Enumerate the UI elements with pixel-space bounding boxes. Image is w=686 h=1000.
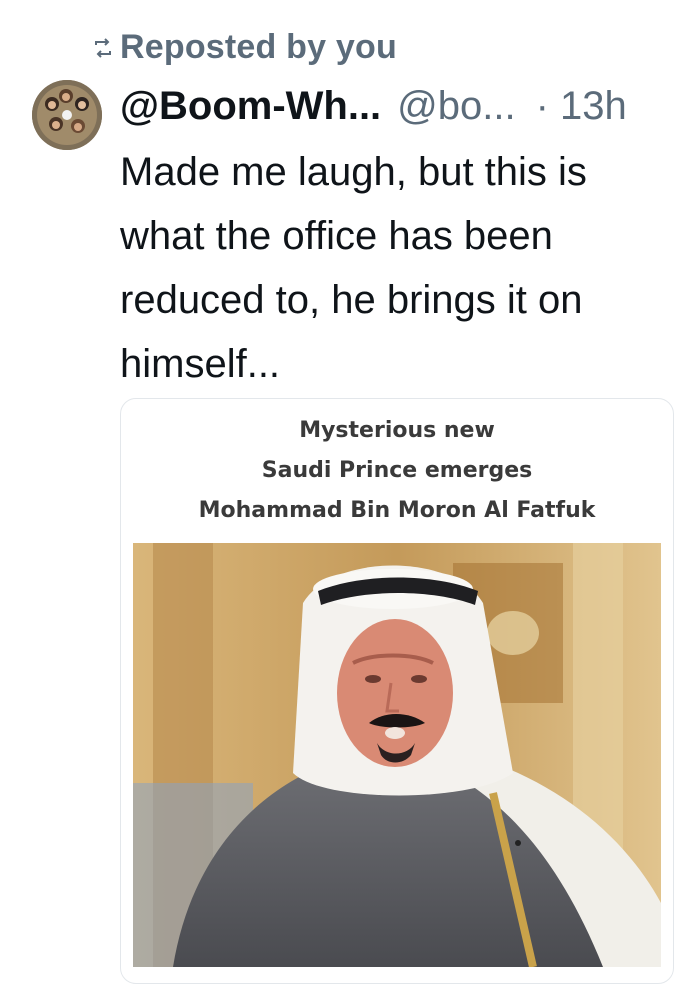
repost-icon	[92, 37, 114, 59]
media-card[interactable]: Mysterious new Saudi Prince emerges Moha…	[120, 398, 674, 984]
group-photo-avatar-icon	[32, 80, 102, 150]
meme-caption-line-3: Mohammad Bin Moron Al Fatfuk	[198, 498, 596, 523]
post-timestamp[interactable]: · 13h	[536, 84, 627, 129]
meme-caption-line-2: Saudi Prince emerges	[261, 458, 533, 483]
post-header: @Boom-Wh... @bo... · 13h	[120, 80, 627, 132]
meme-photo[interactable]	[133, 543, 661, 967]
meme-caption-line-1: Mysterious new	[299, 418, 495, 443]
user-handle[interactable]: @bo...	[397, 84, 515, 129]
post-screen: Reposted by you @Boom-Wh... @bo... · 13h…	[0, 0, 686, 1000]
post-text: Made me laugh, but this is what the offi…	[120, 150, 587, 386]
saudi-prince-meme-photo-icon	[133, 543, 661, 967]
meme-caption: Mysterious new Saudi Prince emerges Moha…	[121, 411, 673, 531]
display-name[interactable]: @Boom-Wh...	[120, 84, 381, 129]
repost-label: Reposted by you	[120, 28, 397, 66]
avatar[interactable]	[32, 80, 102, 150]
repost-indicator[interactable]: Reposted by you	[92, 28, 397, 67]
